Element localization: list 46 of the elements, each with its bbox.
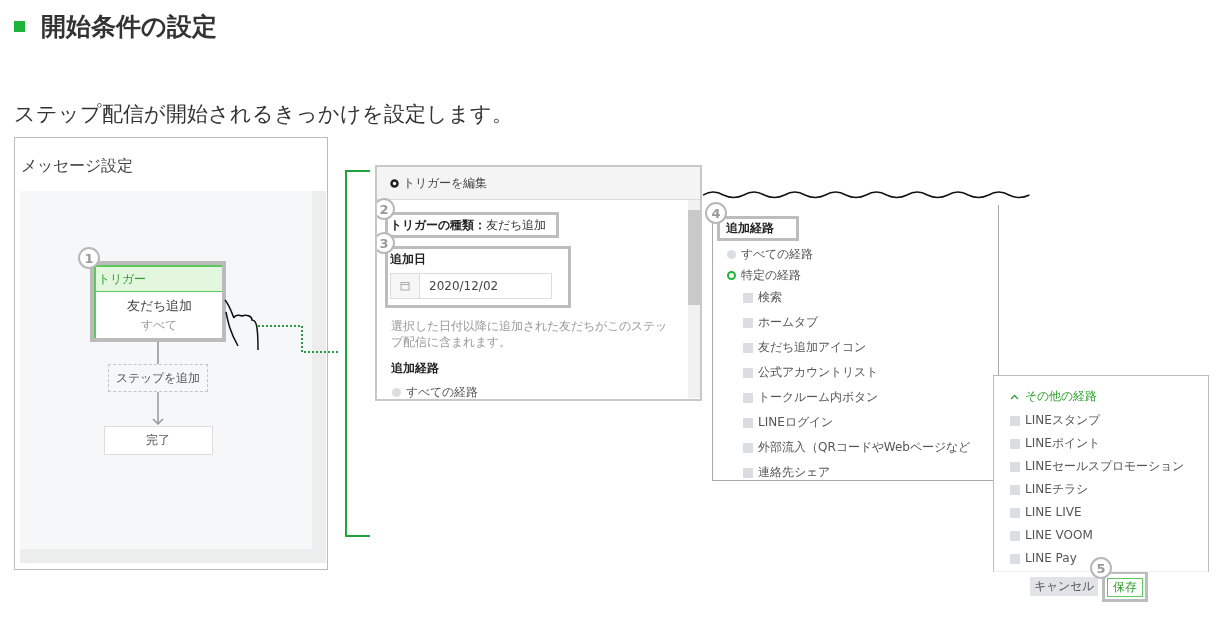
section-label: 追加経路 [391,360,439,377]
add-step-button[interactable]: ステップを追加 [108,364,208,392]
panel-title: メッセージ設定 [20,155,134,177]
intro-text: ステップ配信が開始されるきっかけを設定します。 [14,101,514,128]
heading-marker [14,20,25,32]
checkbox-option[interactable]: LINEログイン [743,415,970,430]
calendar-icon [400,281,410,291]
checkbox-option[interactable]: 検索 [743,290,970,305]
radio-option[interactable]: 特定の経路 [727,267,813,284]
expand-toggle[interactable]: その他の経路 [1010,388,1097,405]
section-heading: 開始条件の設定 [41,10,217,43]
save-button[interactable]: 保存 [1107,578,1143,597]
step-badge: 2 [377,198,395,220]
step-badge: 1 [78,247,100,269]
hint-text: 選択した日付以降に追加された友だちがこのステップ配信に含まれます。 [391,318,668,350]
checkbox-option[interactable]: LINE LIVE [1010,505,1208,520]
radio-dot-icon [390,178,399,188]
checkbox-option[interactable]: 友だち追加アイコン [743,340,970,355]
cancel-button[interactable]: キャンセル [1030,577,1098,596]
node-header: トリガー [94,265,222,291]
checkbox-option[interactable]: ホームタブ [743,315,970,330]
checkbox-option[interactable]: 公式アカウントリスト [743,365,970,380]
down-arrow [152,392,164,426]
step-badge: 4 [705,202,727,224]
step-badge: 3 [377,232,395,254]
chevron-icon [1010,393,1019,400]
checkbox-option[interactable]: LINEポイント [1010,436,1208,451]
panel-title: トリガーを編集 [403,174,487,192]
hand-cursor-icon [222,298,262,352]
checkbox-option[interactable]: 外部流入（QRコードやWebページなど [743,440,970,455]
checkbox-option[interactable]: LINEスタンプ [1010,413,1208,428]
checkbox-option[interactable]: 連絡先シェア [743,465,970,480]
radio-option[interactable]: すべての経路 [727,246,813,263]
checkbox-option[interactable]: LINEセールスプロモーション [1010,459,1208,474]
field-value: 友だち追加 [486,216,546,234]
checkbox-option[interactable]: LINE VOOM [1010,528,1208,543]
section-label: 追加経路 [726,220,774,237]
field-label: 追加日 [390,251,427,268]
node-title: 友だち追加 [126,297,192,315]
date-field[interactable]: 2020/12/02 [390,273,552,299]
node-subtitle: すべて [141,317,177,334]
finish-node: 完了 [103,426,213,455]
connector-line [157,342,159,364]
radio-option[interactable]: すべての経路 [392,384,478,399]
checkbox-option[interactable]: トークルーム内ボタン [743,390,970,405]
checkbox-option[interactable]: LINEチラシ [1010,482,1208,497]
